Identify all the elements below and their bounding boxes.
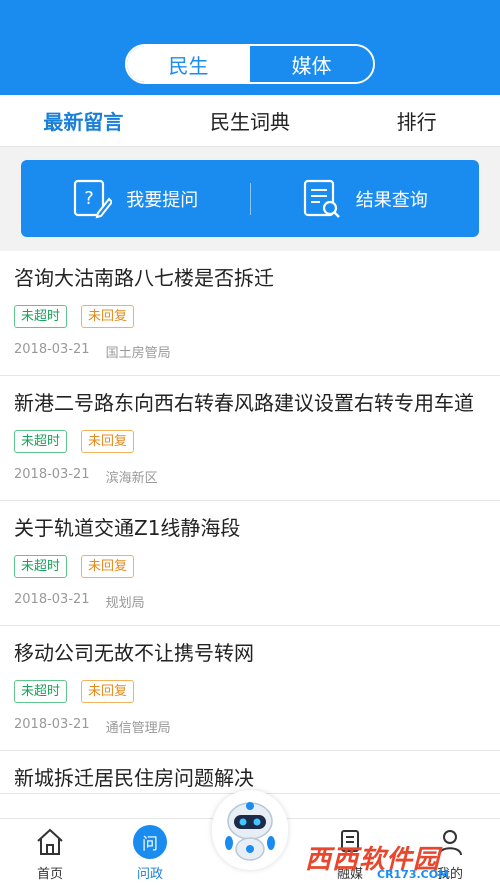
item-title: 移动公司无故不让携号转网 — [14, 641, 254, 665]
result-query-button[interactable]: 结果查询 — [251, 160, 480, 237]
segment-switcher: 民生 媒体 — [125, 44, 375, 84]
list-item[interactable]: 咨询大沽南路八七楼是否拆迁 未超时 未回复 2018-03-21 国土房管局 — [0, 251, 500, 376]
item-department: 国土房管局 — [105, 346, 171, 361]
item-title: 咨询大沽南路八七楼是否拆迁 — [14, 266, 274, 290]
item-title: 新港二号路东向西右转春风路建议设置右转专用车道 — [14, 391, 474, 415]
watermark-logo: 西西软件园 CR173.COM — [305, 832, 495, 882]
tab-ranking[interactable]: 排行 — [333, 95, 500, 146]
tab-latest-messages[interactable]: 最新留言 — [0, 95, 167, 146]
item-department: 滨海新区 — [105, 471, 158, 486]
status-badge-timeout: 未超时 — [14, 430, 68, 453]
nav-home-label: 首页 — [36, 867, 63, 882]
nav-wenzheng[interactable]: 问 问政 — [100, 819, 200, 888]
status-badge-timeout: 未超时 — [14, 555, 68, 578]
item-tags: 未超时 未回复 — [14, 305, 486, 328]
ask-question-label: 我要提问 — [126, 189, 199, 211]
status-badge-reply: 未回复 — [81, 430, 135, 453]
segment-meiti[interactable]: 媒体 — [250, 46, 373, 82]
item-title: 关于轨道交通Z1线静海段 — [14, 516, 241, 540]
nav-home[interactable]: 首页 — [0, 819, 100, 888]
ask-question-button[interactable]: ? 我要提问 — [21, 160, 250, 237]
top-header: 民生 媒体 — [0, 0, 500, 95]
robot-assistant-button[interactable] — [212, 790, 288, 870]
question-doc-icon: ? — [74, 179, 113, 218]
item-date: 2018-03-21 — [14, 342, 90, 357]
item-tags: 未超时 未回复 — [14, 555, 486, 578]
list-item[interactable]: 移动公司无故不让携号转网 未超时 未回复 2018-03-21 通信管理局 — [0, 626, 500, 751]
segment-minsheng[interactable]: 民生 — [127, 46, 250, 82]
wen-icon: 问 — [133, 825, 167, 859]
item-tags: 未超时 未回复 — [14, 680, 486, 703]
item-title: 新城拆迁居民住房问题解决 — [14, 766, 254, 790]
status-badge-timeout: 未超时 — [14, 680, 68, 703]
item-meta: 2018-03-21 通信管理局 — [14, 717, 486, 750]
list-item[interactable]: 新港二号路东向西右转春风路建议设置右转专用车道 未超时 未回复 2018-03-… — [0, 376, 500, 501]
item-meta: 2018-03-21 国土房管局 — [14, 342, 486, 375]
item-meta: 2018-03-21 规划局 — [14, 592, 486, 625]
svg-text:?: ? — [84, 188, 94, 209]
item-meta: 2018-03-21 滨海新区 — [14, 467, 486, 500]
item-tags: 未超时 未回复 — [14, 430, 486, 453]
message-list: 咨询大沽南路八七楼是否拆迁 未超时 未回复 2018-03-21 国土房管局 新… — [0, 251, 500, 794]
tab-bar: 最新留言 民生词典 排行 — [0, 95, 500, 147]
nav-wenzheng-label: 问政 — [136, 867, 163, 882]
item-date: 2018-03-21 — [14, 592, 90, 607]
item-department: 规划局 — [105, 596, 145, 611]
watermark-sub: CR173.COM — [377, 868, 450, 881]
action-area: ? 我要提问 结果查询 — [0, 147, 500, 251]
item-department: 通信管理局 — [105, 721, 171, 736]
list-item[interactable]: 新城拆迁居民住房问题解决 — [0, 751, 500, 794]
list-item[interactable]: 关于轨道交通Z1线静海段 未超时 未回复 2018-03-21 规划局 — [0, 501, 500, 626]
tab-dictionary[interactable]: 民生词典 — [167, 95, 334, 146]
status-badge-reply: 未回复 — [81, 305, 135, 328]
result-query-label: 结果查询 — [355, 189, 428, 211]
robot-icon — [225, 802, 275, 861]
home-icon — [37, 828, 63, 855]
search-doc-icon — [303, 179, 340, 218]
status-badge-reply: 未回复 — [81, 555, 135, 578]
status-badge-reply: 未回复 — [81, 680, 135, 703]
status-badge-timeout: 未超时 — [14, 305, 68, 328]
item-date: 2018-03-21 — [14, 717, 90, 732]
action-card: ? 我要提问 结果查询 — [21, 160, 479, 237]
item-date: 2018-03-21 — [14, 467, 90, 482]
